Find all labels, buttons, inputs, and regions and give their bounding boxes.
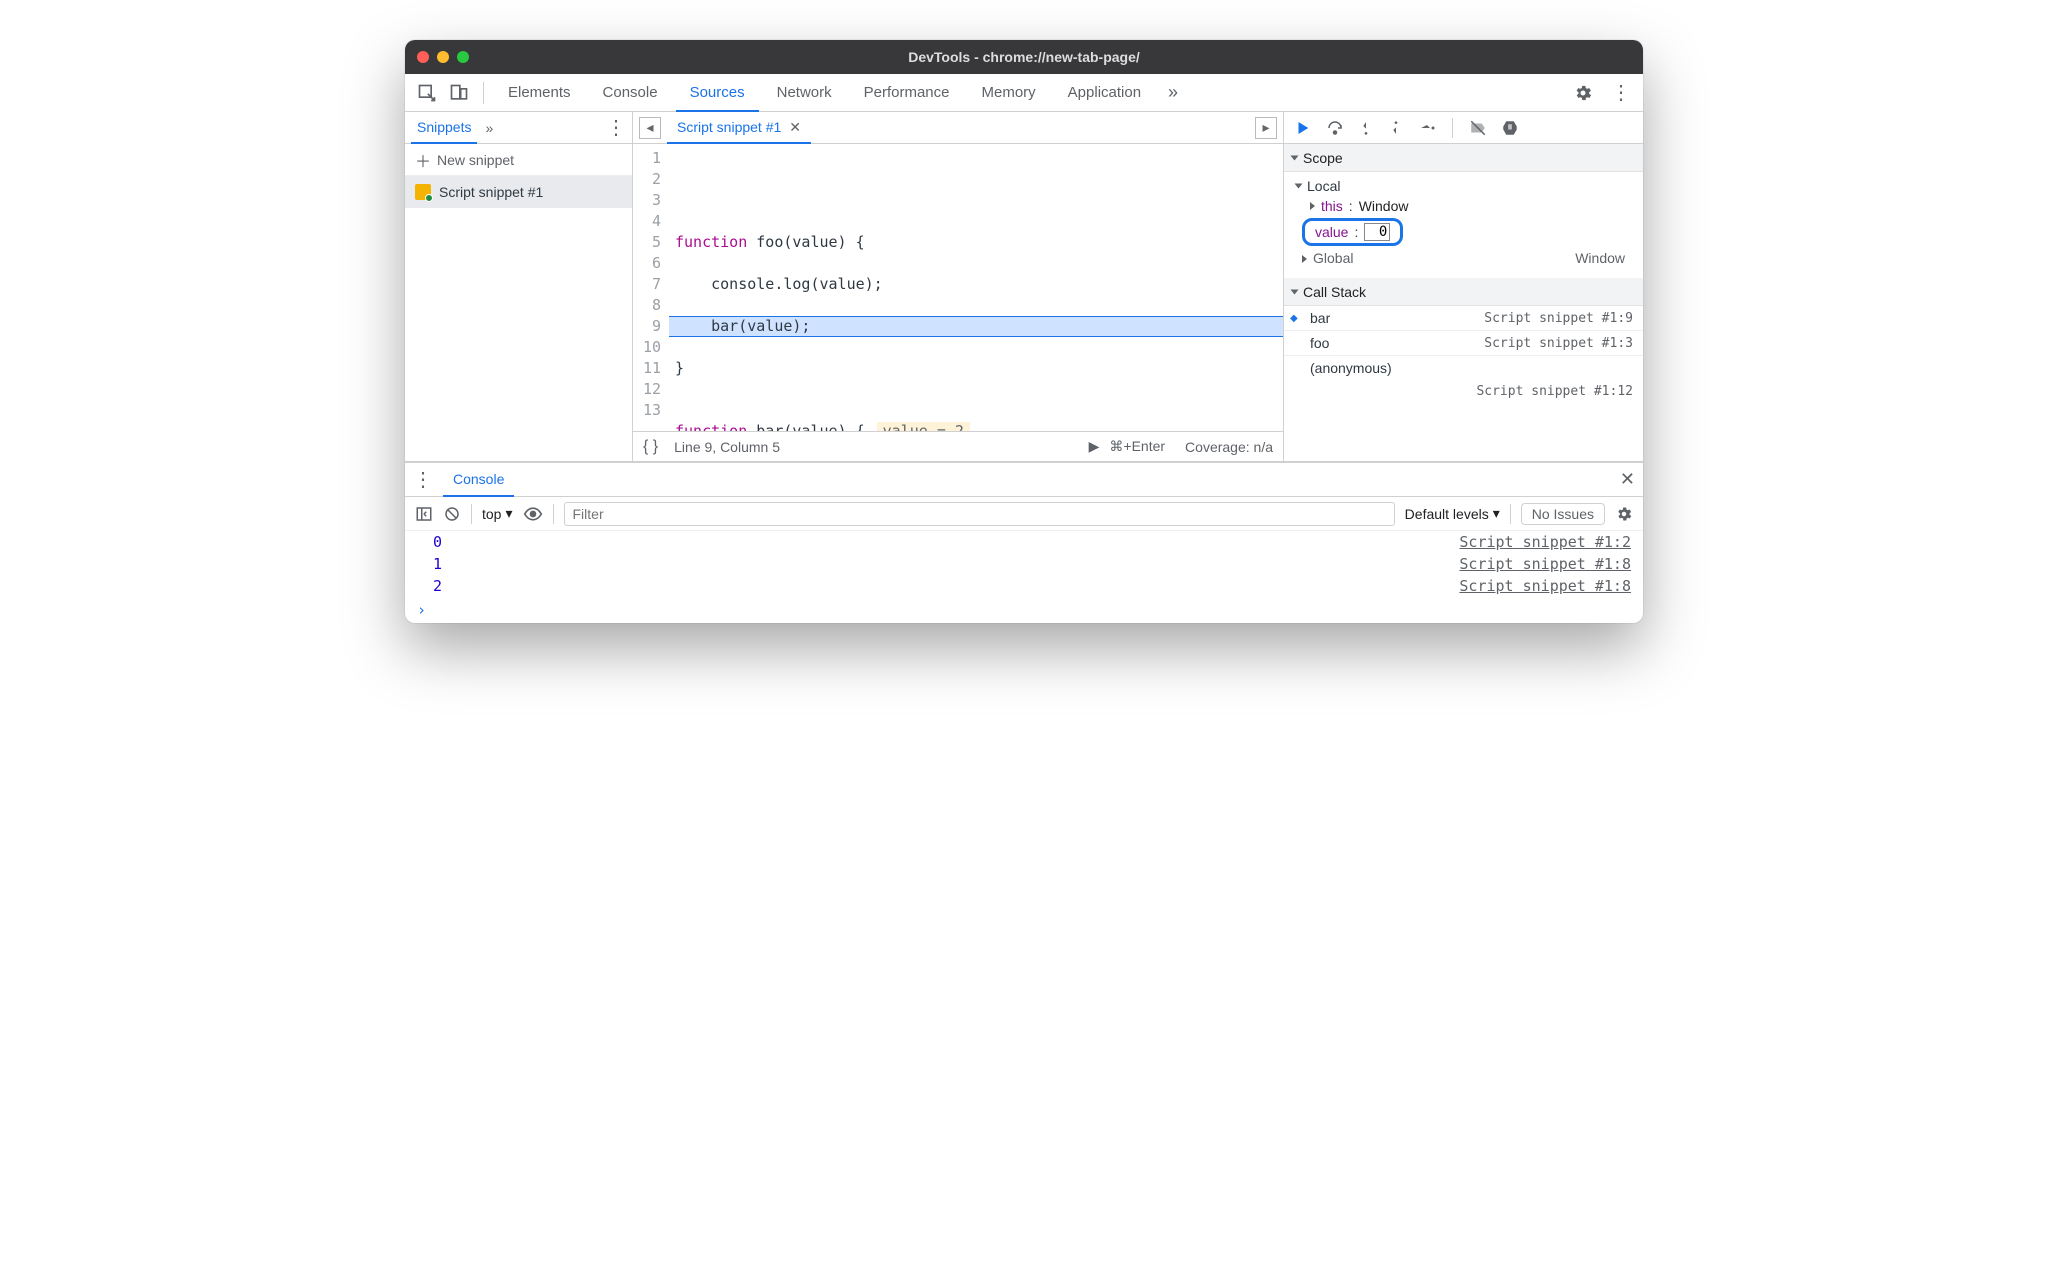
coverage-status: Coverage: n/a xyxy=(1185,439,1273,455)
debugger-panel: Scope Local this: Window value: Global xyxy=(1283,112,1643,461)
show-debugger-icon[interactable]: ▸ xyxy=(1255,117,1277,139)
run-snippet-icon[interactable]: ▶ xyxy=(1089,438,1100,455)
log-levels-selector[interactable]: Default levels ▾ xyxy=(1405,505,1500,522)
callstack-section-header[interactable]: Call Stack xyxy=(1284,278,1643,306)
tab-network[interactable]: Network xyxy=(763,74,846,112)
device-toolbar-icon[interactable] xyxy=(445,79,473,107)
main-tabs: Elements Console Sources Network Perform… xyxy=(405,74,1643,112)
inline-value-annotation: value = 2 xyxy=(877,422,970,431)
expand-icon xyxy=(1310,202,1315,210)
console-toolbar: top ▾ Default levels ▾ No Issues xyxy=(405,497,1643,531)
scope-local[interactable]: Local xyxy=(1292,176,1635,196)
close-tab-icon[interactable]: ✕ xyxy=(789,119,801,136)
callstack-frame[interactable]: bar Script snippet #1:9 xyxy=(1284,306,1643,331)
callstack-frame[interactable]: foo Script snippet #1:3 xyxy=(1284,331,1643,356)
console-prompt[interactable]: › xyxy=(405,597,1643,623)
navigator-sidebar: Snippets » ⋮ ＋ New snippet Script snippe… xyxy=(405,112,633,461)
snippet-name: Script snippet #1 xyxy=(439,184,543,200)
editor-tab-name: Script snippet #1 xyxy=(677,119,781,135)
new-snippet-label: New snippet xyxy=(437,152,514,168)
console-drawer: ⋮ Console ✕ top ▾ Default levels ▾ No Is… xyxy=(405,462,1643,623)
console-log-row: 1 Script snippet #1:8 xyxy=(405,553,1643,575)
scope-section-header[interactable]: Scope xyxy=(1284,144,1643,172)
plus-icon: ＋ xyxy=(415,148,431,172)
snippet-file-icon xyxy=(415,184,431,200)
scope-global-row[interactable]: Global Window xyxy=(1292,248,1635,272)
step-icon[interactable] xyxy=(1418,119,1436,137)
step-out-icon[interactable] xyxy=(1388,119,1404,137)
editor-tab[interactable]: Script snippet #1 ✕ xyxy=(667,112,811,144)
console-settings-icon[interactable] xyxy=(1615,505,1633,523)
expand-icon xyxy=(1291,155,1299,160)
step-into-icon[interactable] xyxy=(1358,119,1374,137)
tab-sources[interactable]: Sources xyxy=(676,74,759,112)
context-selector[interactable]: top ▾ xyxy=(482,505,513,522)
console-log-row: 0 Script snippet #1:2 xyxy=(405,531,1643,553)
no-issues-button[interactable]: No Issues xyxy=(1521,503,1605,525)
separator xyxy=(483,82,484,104)
tab-memory[interactable]: Memory xyxy=(968,74,1050,112)
devtools-window: DevTools - chrome://new-tab-page/ Elemen… xyxy=(405,40,1643,623)
console-output: 0 Script snippet #1:2 1 Script snippet #… xyxy=(405,531,1643,623)
log-source-link[interactable]: Script snippet #1:8 xyxy=(1459,577,1631,595)
log-source-link[interactable]: Script snippet #1:8 xyxy=(1459,555,1631,573)
pause-on-exceptions-icon[interactable] xyxy=(1501,119,1519,137)
new-snippet-button[interactable]: ＋ New snippet xyxy=(405,144,632,176)
expand-icon xyxy=(1295,184,1303,189)
chevron-down-icon: ▾ xyxy=(1493,505,1500,522)
chevron-down-icon: ▾ xyxy=(505,505,512,522)
show-sidebar-icon[interactable] xyxy=(415,505,433,523)
tab-application[interactable]: Application xyxy=(1054,74,1155,112)
close-drawer-icon[interactable]: ✕ xyxy=(1620,469,1635,490)
more-navigator-tabs-icon[interactable]: » xyxy=(485,120,493,136)
tab-elements[interactable]: Elements xyxy=(494,74,585,112)
kebab-menu-icon[interactable]: ⋮ xyxy=(1607,79,1635,107)
scope-value-editing[interactable]: value: xyxy=(1302,218,1403,246)
titlebar: DevTools - chrome://new-tab-page/ xyxy=(405,40,1643,74)
code-editor[interactable]: 1 2 3 4 5 6 7 8 9 10 11 12 13 function f xyxy=(633,144,1283,431)
settings-icon[interactable] xyxy=(1569,79,1597,107)
editor-status-bar: { } Line 9, Column 5 ▶ ⌘+Enter Coverage:… xyxy=(633,431,1283,461)
drawer-tab-console[interactable]: Console xyxy=(443,463,514,497)
callstack-frame-location: Script snippet #1:12 xyxy=(1284,380,1643,407)
callstack-frame[interactable]: (anonymous) xyxy=(1284,356,1643,380)
console-log-row: 2 Script snippet #1:8 xyxy=(405,575,1643,597)
console-filter-input[interactable] xyxy=(564,502,1395,526)
inspect-element-icon[interactable] xyxy=(413,79,441,107)
debugger-toolbar xyxy=(1284,112,1643,144)
run-shortcut-hint: ⌘+Enter xyxy=(1109,438,1165,455)
deactivate-breakpoints-icon[interactable] xyxy=(1469,119,1487,137)
window-title: DevTools - chrome://new-tab-page/ xyxy=(405,49,1643,65)
more-tabs-icon[interactable]: » xyxy=(1159,79,1187,107)
live-expression-icon[interactable] xyxy=(523,504,543,524)
pretty-print-icon[interactable]: { } xyxy=(643,438,658,456)
scope-this-row[interactable]: this: Window xyxy=(1292,196,1635,216)
expand-icon xyxy=(1291,289,1299,294)
navigator-menu-icon[interactable]: ⋮ xyxy=(606,115,626,140)
show-navigator-icon[interactable]: ◂ xyxy=(639,117,661,139)
drawer-menu-icon[interactable]: ⋮ xyxy=(413,467,433,492)
expand-icon xyxy=(1302,255,1307,263)
line-gutter: 1 2 3 4 5 6 7 8 9 10 11 12 13 xyxy=(633,144,669,431)
clear-console-icon[interactable] xyxy=(443,505,461,523)
snippet-list-item[interactable]: Script snippet #1 xyxy=(405,176,632,208)
log-source-link[interactable]: Script snippet #1:2 xyxy=(1459,533,1631,551)
resume-icon[interactable] xyxy=(1294,119,1312,137)
scope-value-input[interactable] xyxy=(1364,223,1390,241)
navigator-tab-snippets[interactable]: Snippets xyxy=(411,112,477,144)
step-over-icon[interactable] xyxy=(1326,119,1344,137)
tab-console[interactable]: Console xyxy=(589,74,672,112)
cursor-position: Line 9, Column 5 xyxy=(674,439,780,455)
tab-performance[interactable]: Performance xyxy=(850,74,964,112)
editor-area: ◂ Script snippet #1 ✕ ▸ 1 2 3 4 5 6 7 8 … xyxy=(633,112,1283,461)
